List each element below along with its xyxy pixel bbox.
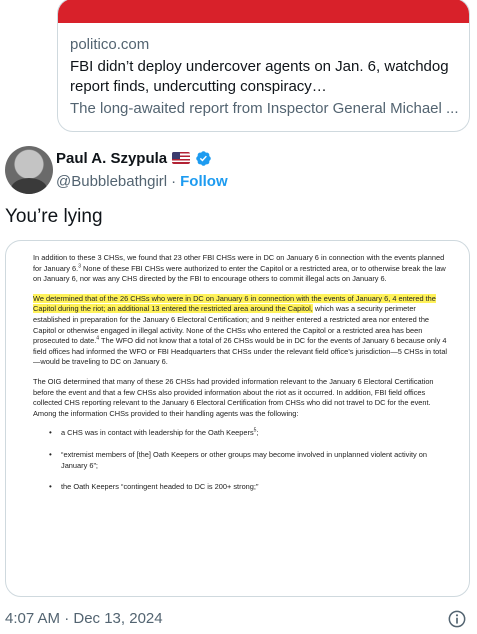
card-body: politico.com FBI didn’t deploy undercove…: [70, 35, 459, 119]
doc-bullet-item: a CHS was in contact with leadership for…: [49, 428, 451, 439]
follow-button[interactable]: Follow: [180, 173, 228, 190]
card-title: FBI didn’t deploy undercover agents on J…: [70, 58, 449, 95]
card-domain: politico.com: [70, 36, 150, 53]
post-timestamp[interactable]: 4:07 AM · Dec 13, 2024: [5, 609, 163, 629]
bullet-text: the Oath Keepers “contingent headed to D…: [61, 482, 259, 492]
card-image: [58, 0, 469, 23]
doc-paragraph-3: The OIG determined that many of these 26…: [33, 376, 434, 418]
name-row: Paul A. Szypula: [56, 148, 228, 168]
verified-badge-icon: [196, 150, 211, 166]
avatar-silhouette: [11, 178, 47, 194]
card-description: The long-awaited report from Inspector G…: [70, 100, 459, 117]
separator-dot: ·: [171, 172, 177, 190]
doc-bullet-item: “extremist members of [the] Oath Keepers…: [49, 450, 451, 471]
doc-bullet-list: a CHS was in contact with leadership for…: [49, 428, 451, 492]
avatar[interactable]: [5, 146, 53, 194]
info-icon[interactable]: [447, 609, 467, 629]
doc-paragraph-1: In addition to these 3 CHSs, we found th…: [33, 253, 451, 285]
user-handle[interactable]: @Bubblebathgirl: [56, 173, 167, 190]
display-name[interactable]: Paul A. Szypula: [56, 150, 167, 167]
bullet-text: a CHS was in contact with leadership for…: [61, 428, 254, 438]
tweet-text: You’re lying: [5, 206, 103, 227]
document-text: In addition to these 3 CHSs, we found th…: [33, 253, 451, 504]
bullet-tail: ;: [256, 428, 259, 438]
author-block: Paul A. Szypula @Bubblebathgirl · Follow: [56, 148, 228, 192]
doc-paragraph-2: We determined that of the 26 CHSs who we…: [33, 293, 451, 368]
document-image[interactable]: In addition to these 3 CHSs, we found th…: [5, 240, 470, 597]
doc-p1-text-b: None of these FBI CHSs were authorized t…: [33, 263, 446, 284]
handle-row: @Bubblebathgirl · Follow: [56, 170, 228, 192]
doc-bullet-item: the Oath Keepers “contingent headed to D…: [49, 482, 451, 493]
us-flag-icon: [172, 152, 191, 164]
link-preview-card[interactable]: politico.com FBI didn’t deploy undercove…: [57, 0, 470, 132]
bullet-text: “extremist members of [the] Oath Keepers…: [61, 449, 428, 470]
